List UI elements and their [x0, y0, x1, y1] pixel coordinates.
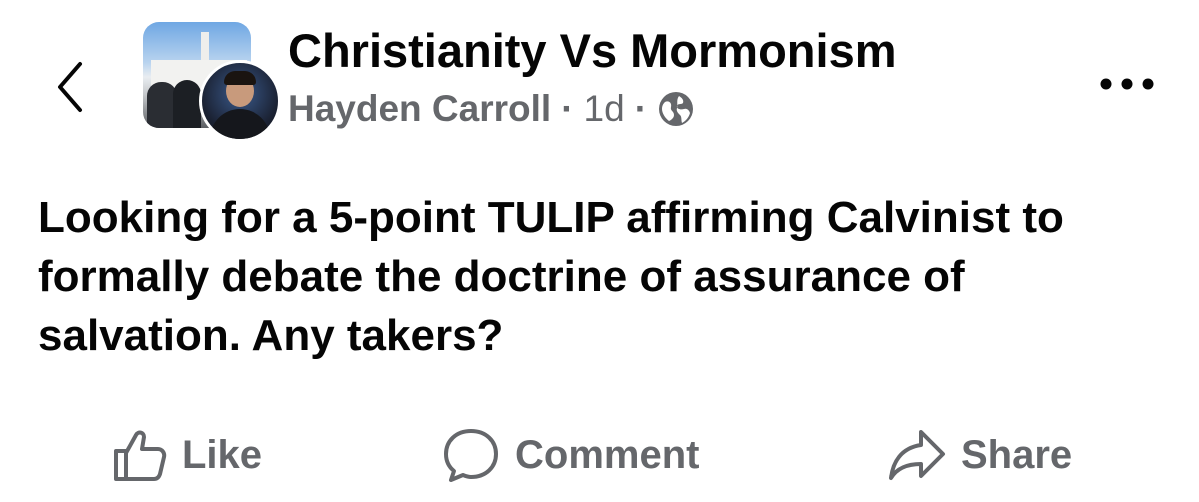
post-body-text: Looking for a 5-point TULIP affirming Ca…: [38, 193, 1064, 360]
like-label: Like: [182, 432, 263, 477]
post-timestamp[interactable]: 1d: [584, 88, 625, 130]
more-horizontal-icon: [1100, 78, 1154, 90]
more-options-button[interactable]: [1092, 70, 1162, 98]
share-button[interactable]: Share: [887, 420, 1072, 490]
comment-label: Comment: [515, 432, 700, 477]
post-avatar[interactable]: [143, 22, 281, 142]
meta-separator: ·: [561, 88, 574, 129]
post-action-bar: Like Comment Share: [0, 420, 1199, 490]
chevron-left-icon: [58, 62, 82, 112]
back-button[interactable]: [50, 58, 90, 116]
meta-separator-2: ·: [634, 88, 648, 129]
group-name-link[interactable]: Christianity Vs Mormonism: [288, 23, 897, 78]
globe-icon[interactable]: [657, 90, 695, 128]
thumbs-up-icon: [114, 430, 167, 481]
like-button[interactable]: Like: [112, 420, 262, 490]
share-label: Share: [961, 432, 1073, 477]
share-arrow-icon: [889, 430, 945, 480]
author-avatar[interactable]: [199, 60, 281, 142]
comment-bubble-icon: [444, 429, 498, 482]
post-meta: Hayden Carroll · 1d ·: [288, 86, 695, 132]
author-name-link[interactable]: Hayden Carroll: [288, 88, 551, 130]
comment-button[interactable]: Comment: [441, 420, 699, 490]
